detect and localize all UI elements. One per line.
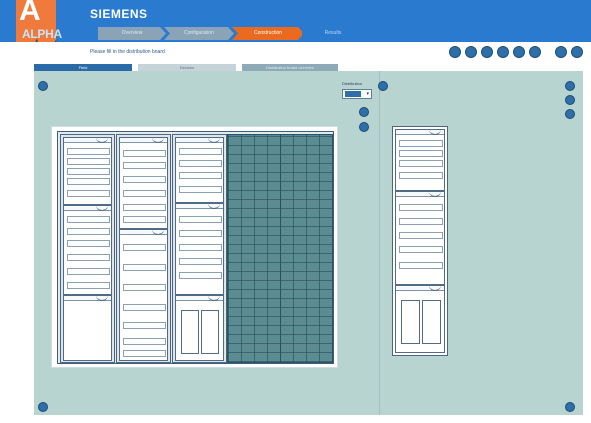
- hint-text: Please fill in the distribution board: [90, 49, 165, 55]
- device-unit[interactable]: [63, 295, 112, 361]
- help-icon[interactable]: [555, 46, 567, 58]
- distribution-select[interactable]: ▾: [342, 89, 372, 99]
- undo-icon[interactable]: [449, 46, 461, 58]
- app-header: SIEMENS Overview Configuration Construct…: [0, 0, 591, 42]
- preview-unit: [395, 129, 445, 191]
- info-icon[interactable]: [571, 46, 583, 58]
- print-icon[interactable]: [513, 46, 525, 58]
- device-unit[interactable]: [63, 205, 112, 295]
- step-configuration[interactable]: Configuration: [164, 27, 234, 40]
- device-unit[interactable]: [175, 203, 224, 295]
- brand-name: SIEMENS: [90, 7, 148, 21]
- left-margin: [19, 71, 34, 415]
- preview-refresh-icon[interactable]: [565, 109, 575, 119]
- distribution-label: Distribution: [342, 81, 363, 86]
- device-unit[interactable]: [175, 137, 224, 203]
- zoom-in-icon[interactable]: [481, 46, 493, 58]
- enclosure-column[interactable]: [60, 134, 115, 363]
- enclosure-column[interactable]: [172, 134, 227, 363]
- step-construction[interactable]: Construction: [232, 27, 304, 40]
- scroll-left-icon[interactable]: [38, 402, 48, 412]
- tab-devices[interactable]: Devices: [138, 64, 236, 71]
- arrow-down-icon[interactable]: [359, 122, 369, 132]
- preview-unit: [395, 191, 445, 285]
- sub-toolbar: Please fill in the distribution board: [0, 42, 591, 62]
- chevron-down-icon: ▾: [366, 91, 369, 97]
- enclosure-frame: [57, 131, 334, 364]
- preview-unit: [395, 285, 445, 353]
- breaker-right: [201, 310, 219, 354]
- step-results[interactable]: Results: [302, 27, 364, 40]
- empty-mounting-area[interactable]: [227, 134, 333, 363]
- step-overview[interactable]: Overview: [98, 27, 166, 40]
- canvas-divider: [379, 71, 380, 415]
- scroll-right-icon[interactable]: [565, 402, 575, 412]
- distribution-selected: [345, 91, 361, 97]
- device-unit[interactable]: [175, 295, 224, 361]
- breaker-left: [181, 310, 199, 354]
- zoom-out-icon[interactable]: [497, 46, 509, 58]
- preview-zoom-out-icon[interactable]: [565, 95, 575, 105]
- device-unit[interactable]: [119, 137, 168, 229]
- add-field-icon[interactable]: [38, 81, 48, 91]
- toolbar-icons: [449, 45, 583, 59]
- preview-zoom-in-icon[interactable]: [565, 81, 575, 91]
- logo-letter: A: [19, 0, 41, 27]
- device-unit[interactable]: [119, 229, 168, 361]
- enclosure-view: [51, 126, 338, 368]
- settings-icon[interactable]: [529, 46, 541, 58]
- device-unit[interactable]: [63, 137, 112, 205]
- enclosure-column[interactable]: [116, 134, 171, 363]
- tab-field[interactable]: Field: [34, 64, 132, 71]
- arrow-up-icon[interactable]: [359, 107, 369, 117]
- tab-board-overview[interactable]: Distribution board overview: [242, 64, 338, 71]
- redo-icon[interactable]: [465, 46, 477, 58]
- enclosure-preview[interactable]: [392, 126, 448, 356]
- distribution-info-icon[interactable]: [378, 81, 388, 91]
